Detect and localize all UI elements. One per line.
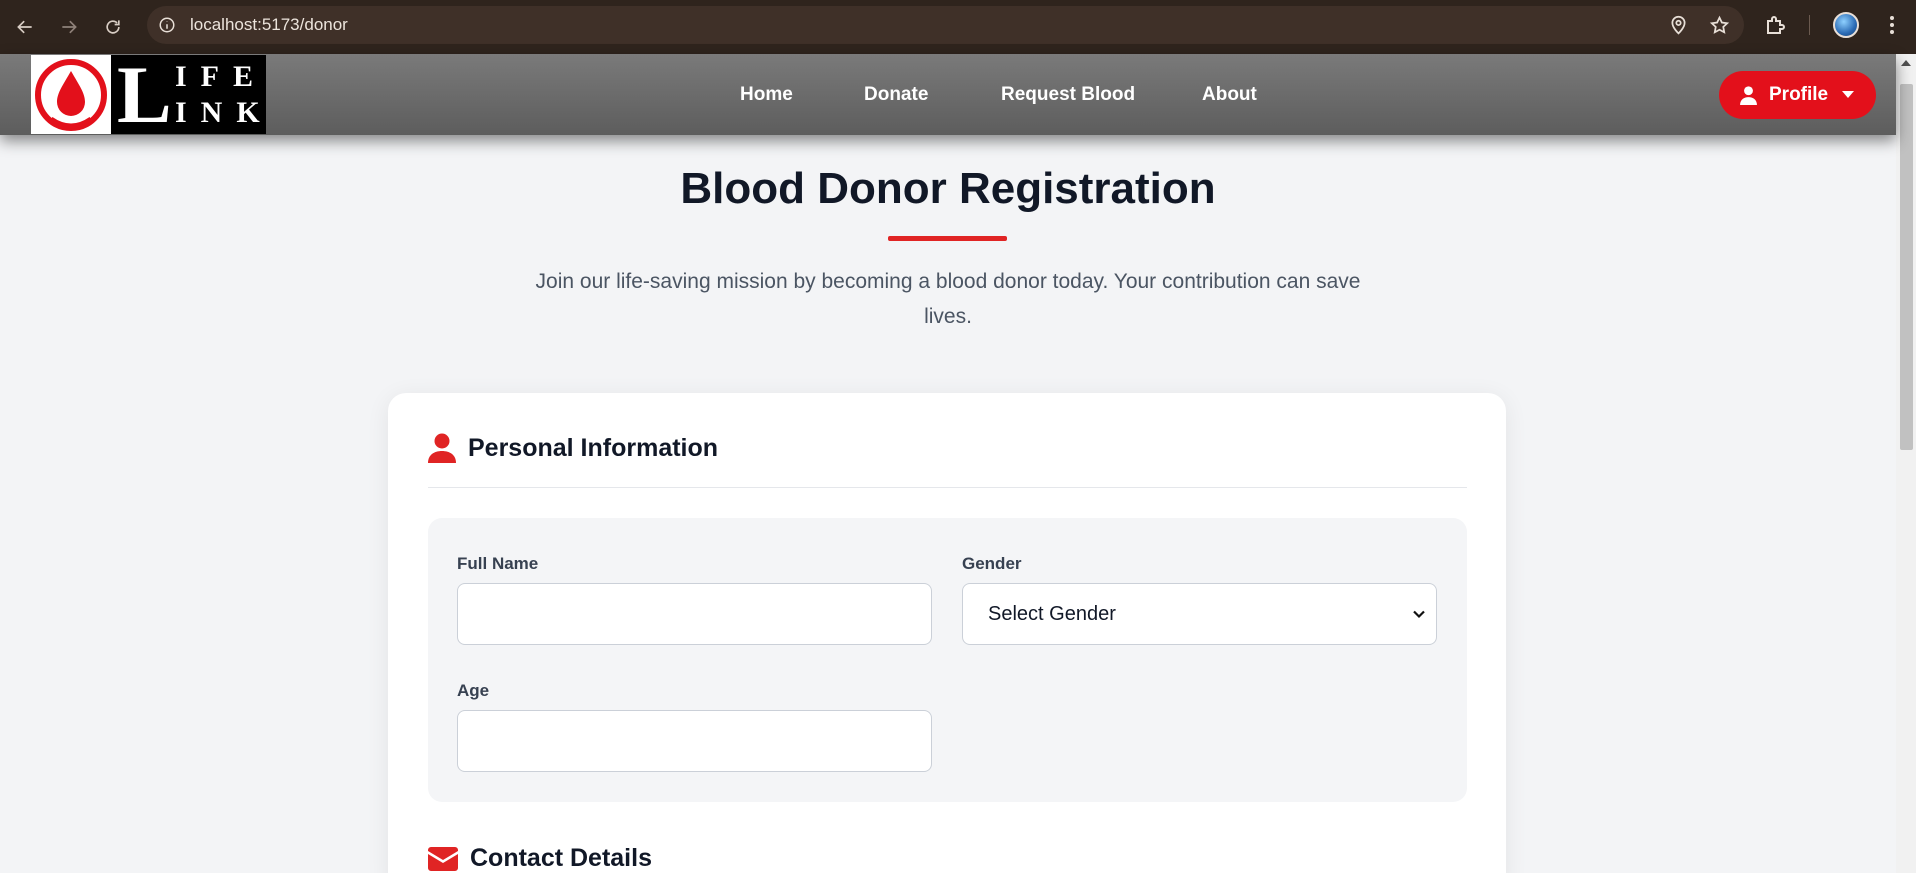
personal-info-panel: Full Name Gender Select Gender Age (428, 518, 1467, 802)
contact-details-header: Contact Details (428, 844, 652, 873)
contact-details-heading: Contact Details (470, 844, 652, 872)
scroll-up-arrow-icon[interactable] (1901, 60, 1911, 66)
gender-select[interactable]: Select Gender (962, 583, 1437, 645)
toolbar-separator (1809, 15, 1810, 35)
user-icon (428, 433, 456, 463)
full-name-input[interactable] (457, 583, 932, 645)
caret-down-icon (1842, 91, 1855, 98)
age-input[interactable] (457, 710, 932, 772)
url-text[interactable]: localhost:5173/donor (190, 15, 348, 35)
bookmark-star-icon[interactable] (1709, 15, 1730, 36)
personal-info-heading: Personal Information (468, 433, 719, 462)
page-title: Blood Donor Registration (680, 164, 1216, 213)
page-scrollbar[interactable] (1896, 54, 1916, 873)
profile-button[interactable]: Profile (1719, 71, 1876, 119)
nav-home[interactable]: Home (740, 84, 793, 106)
nav-request-blood[interactable]: Request Blood (1001, 84, 1135, 106)
site-info-icon[interactable] (158, 16, 176, 34)
full-name-label: Full Name (457, 554, 539, 573)
profile-label: Profile (1769, 84, 1829, 105)
section-divider (428, 487, 1467, 488)
extensions-puzzle-icon[interactable] (1764, 13, 1788, 37)
forward-arrow-icon[interactable] (47, 5, 91, 49)
envelope-icon (428, 846, 458, 871)
personal-info-header: Personal Information (428, 433, 718, 463)
age-label: Age (457, 681, 490, 700)
site-header: L IFE INK Home Donate Request Blood Abou… (0, 54, 1896, 136)
chevron-down-icon (1413, 610, 1425, 619)
nav-about[interactable]: About (1202, 84, 1257, 106)
title-underline (888, 236, 1007, 241)
scroll-thumb[interactable] (1900, 84, 1913, 450)
kebab-menu-icon[interactable] (1880, 13, 1904, 37)
browser-toolbar: localhost:5173/donor (0, 0, 1916, 54)
main-nav: Home Donate Request Blood About (0, 54, 1896, 135)
back-arrow-icon[interactable] (3, 5, 47, 49)
location-pin-icon[interactable] (1668, 15, 1689, 36)
nav-donate[interactable]: Donate (864, 84, 928, 106)
user-icon (1740, 85, 1757, 105)
browser-profile-avatar[interactable] (1833, 12, 1859, 38)
address-bar[interactable]: localhost:5173/donor (147, 6, 1744, 44)
gender-label: Gender (962, 554, 1022, 573)
page-subtitle: Join our life-saving mission by becoming… (535, 270, 1361, 328)
reload-icon[interactable] (91, 5, 135, 49)
registration-form-card: Personal Information Full Name Gender Se… (388, 393, 1506, 873)
gender-select-value: Select Gender (988, 602, 1116, 625)
